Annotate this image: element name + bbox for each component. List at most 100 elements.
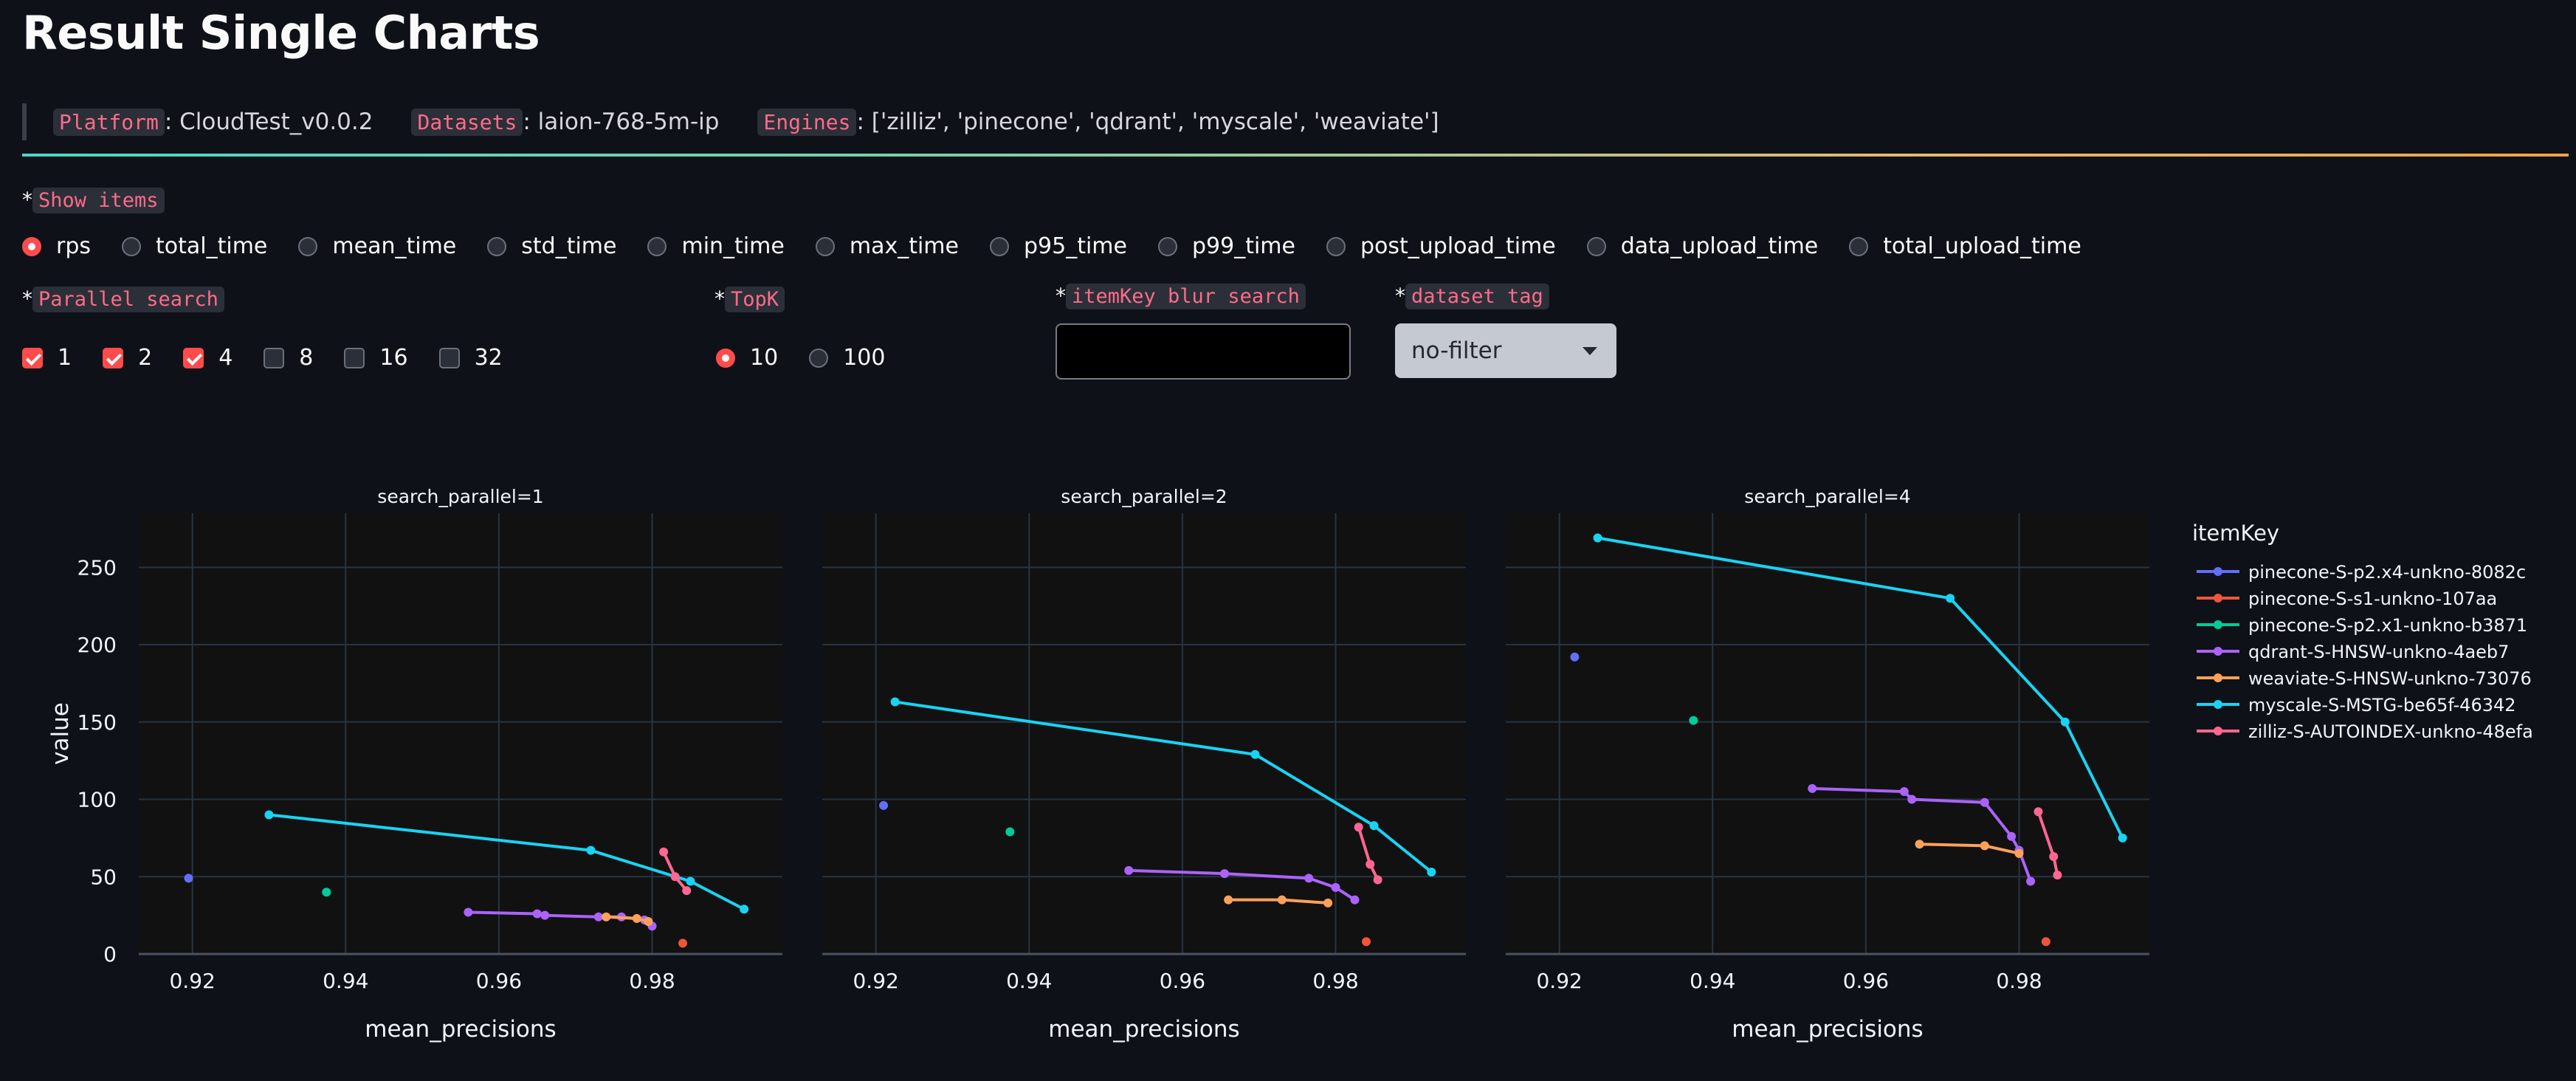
data-point (1980, 797, 1989, 807)
checkbox[interactable] (264, 347, 285, 368)
legend-swatch-marker (2214, 620, 2222, 629)
show-item-option-total_upload_time[interactable]: total_upload_time (1849, 233, 2081, 259)
show-item-option-std_time[interactable]: std_time (487, 233, 616, 259)
show-item-option-post_upload_time[interactable]: post_upload_time (1326, 233, 1556, 259)
dataset-tag-label-text: dataset tag (1405, 284, 1549, 309)
legend-item: zilliz-S-AUTOINDEX-unkno-48efa (2248, 721, 2533, 742)
data-point (678, 938, 688, 948)
y-tick-label: 0 (103, 942, 117, 967)
data-point (2033, 807, 2043, 817)
data-point (602, 912, 611, 922)
data-point (1946, 594, 1955, 603)
datasets-info: Datasets: laion-768-5m-ip (411, 109, 719, 136)
show-item-option-rps[interactable]: rps (22, 233, 91, 259)
radio-button[interactable] (647, 236, 667, 256)
parallel-option-8[interactable]: 8 (264, 345, 313, 371)
show-item-option-p95_time[interactable]: p95_time (989, 233, 1127, 259)
data-point (1005, 827, 1015, 837)
show-item-option-max_time[interactable]: max_time (815, 233, 959, 259)
radio-button[interactable] (1849, 236, 1869, 256)
data-point (1570, 652, 1580, 662)
radio-button[interactable] (1326, 236, 1346, 256)
topk-option-10[interactable]: 10 (716, 345, 778, 371)
parallel-option-16[interactable]: 16 (344, 345, 408, 371)
data-point (659, 847, 669, 857)
y-axis-label: value (47, 702, 74, 765)
x-tick-label: 0.98 (1996, 969, 2042, 993)
data-point (2049, 852, 2059, 862)
data-point (464, 907, 473, 917)
option-label: mean_time (332, 233, 457, 259)
radio-button[interactable] (716, 348, 735, 368)
x-tick-label: 0.98 (1312, 969, 1358, 993)
y-tick-label: 250 (78, 555, 117, 580)
radio-button[interactable] (487, 236, 507, 256)
parallel-option-2[interactable]: 2 (103, 345, 152, 371)
legend-item: qdrant-S-HNSW-unkno-4aeb7 (2248, 642, 2509, 662)
show-item-option-p99_time[interactable]: p99_time (1157, 233, 1295, 259)
data-point (1915, 840, 1924, 849)
show-item-option-total_time[interactable]: total_time (122, 233, 267, 259)
data-point (1366, 859, 1375, 869)
data-point (1808, 783, 1817, 793)
data-point (1250, 749, 1260, 759)
checkbox[interactable] (22, 347, 43, 368)
page-title: Result Single Charts (22, 6, 540, 60)
parallel-option-32[interactable]: 32 (438, 345, 503, 371)
checkbox[interactable] (438, 347, 460, 368)
checkbox[interactable] (344, 347, 365, 368)
data-point (2118, 833, 2127, 843)
data-point (586, 845, 596, 855)
show-item-option-data_upload_time[interactable]: data_upload_time (1586, 233, 1818, 259)
datasets-key: Datasets (411, 109, 523, 136)
show-item-option-mean_time[interactable]: mean_time (298, 233, 456, 259)
x-tick-label: 0.96 (1843, 969, 1889, 993)
plot-area (822, 513, 1466, 954)
itemkey-search-label: * itemKey blur search (1055, 284, 1306, 309)
x-tick-label: 0.92 (169, 969, 215, 993)
option-label: rps (56, 233, 92, 259)
data-point (1354, 823, 1363, 832)
radio-button[interactable] (298, 236, 318, 256)
data-point (1304, 874, 1314, 883)
parallel-option-4[interactable]: 4 (183, 345, 233, 371)
radio-button[interactable] (989, 236, 1009, 256)
radio-button[interactable] (22, 236, 41, 256)
x-tick-label: 0.94 (1690, 969, 1735, 993)
checkbox[interactable] (183, 347, 204, 368)
dataset-tag-value: no-filter (1411, 337, 1502, 364)
data-point (1124, 865, 1134, 875)
parallel-search-checkbox-group: 1 2 4 8 16 32 (22, 345, 534, 371)
data-point (1427, 867, 1436, 876)
legend-swatch-marker (2214, 567, 2222, 576)
data-point (1369, 821, 1379, 831)
dataset-tag-label: * dataset tag (1395, 284, 1549, 309)
show-item-option-min_time[interactable]: min_time (647, 233, 785, 259)
data-point (686, 876, 695, 886)
option-label: 32 (474, 345, 503, 371)
engines-key: Engines (757, 109, 857, 136)
checkbox[interactable] (103, 347, 124, 368)
data-point (540, 910, 550, 920)
data-point (2041, 937, 2050, 947)
data-point (1373, 875, 1382, 885)
radio-button[interactable] (1586, 236, 1606, 256)
data-point (2053, 871, 2062, 880)
radio-button[interactable] (122, 236, 142, 256)
x-tick-label: 0.92 (853, 969, 898, 993)
data-point (670, 872, 680, 882)
engines-info: Engines: ['zilliz', 'pinecone', 'qdrant'… (757, 109, 1439, 136)
data-point (1331, 882, 1340, 892)
radio-button[interactable] (809, 348, 829, 368)
data-point (322, 888, 331, 897)
itemkey-search-input[interactable] (1055, 323, 1351, 380)
legend-item: pinecone-S-s1-unkno-107aa (2248, 588, 2497, 609)
dataset-tag-select[interactable]: no-filter (1395, 323, 1616, 378)
x-tick-label: 0.96 (476, 969, 522, 993)
radio-button[interactable] (815, 236, 835, 256)
show-items-label: * Show items (22, 188, 165, 213)
radio-button[interactable] (1157, 236, 1177, 256)
topk-option-100[interactable]: 100 (809, 345, 885, 371)
parallel-option-1[interactable]: 1 (22, 345, 72, 371)
engines-value: : ['zilliz', 'pinecone', 'qdrant', 'mysc… (856, 109, 1439, 135)
